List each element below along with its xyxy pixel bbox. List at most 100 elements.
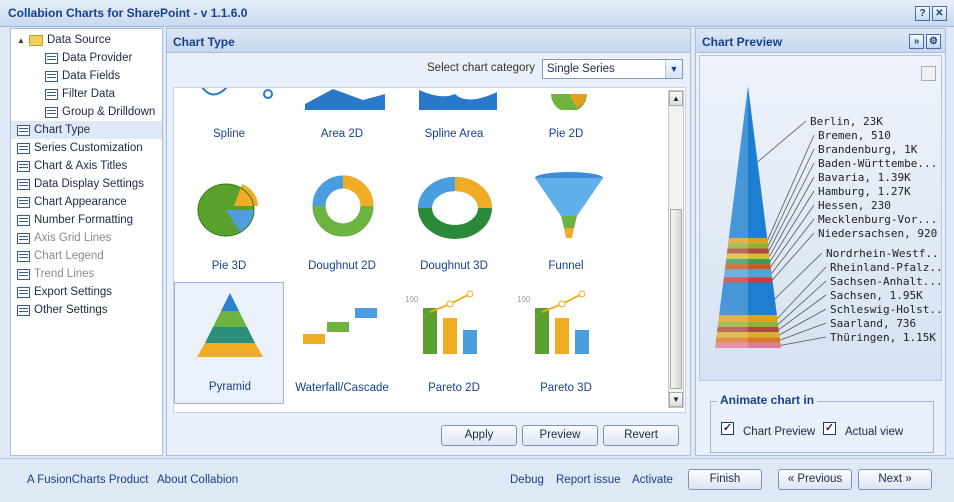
tree-item-label: Chart Appearance — [34, 196, 127, 208]
spline-area-chart-icon — [405, 88, 503, 110]
footer-bar: A FusionCharts Product About Collabion D… — [0, 458, 954, 502]
next-button[interactable]: Next » — [858, 469, 932, 490]
pyramid-label-connector — [767, 148, 815, 246]
pyramid-chart-icon — [181, 289, 279, 365]
close-icon[interactable]: ✕ — [932, 6, 947, 21]
chart-preview-label: Chart Preview — [743, 426, 816, 438]
chart-tile-area-2d[interactable]: Area 2D — [287, 88, 397, 150]
fusioncharts-link[interactable]: A FusionCharts Product — [27, 474, 148, 486]
pyramid-label-connector — [779, 322, 827, 341]
gallery-scrollbar[interactable]: ▲ ▼ — [668, 90, 684, 408]
chart-tile-pie-2d[interactable]: Pie 2D — [511, 88, 621, 150]
tree-item-series-customization[interactable]: Series Customization — [11, 139, 162, 157]
pyramid-data-label: Niedersachsen, 920 — [818, 227, 937, 240]
tree-item-other-settings[interactable]: Other Settings — [11, 301, 162, 319]
tree-item-label: Number Formatting — [34, 214, 134, 226]
report-issue-link[interactable]: Report issue — [556, 474, 621, 486]
tree-item-label: Data Fields — [62, 70, 121, 82]
chart-tile-label: Waterfall/Cascade — [295, 382, 389, 394]
chart-tile-pareto-3d[interactable]: 100 Pareto 3D — [511, 282, 621, 404]
pyramid-data-label: Thüringen, 1.15K — [830, 331, 936, 344]
previous-button[interactable]: « Previous — [778, 469, 852, 490]
tree-item-data-source[interactable]: ▲ Data Source — [11, 31, 162, 49]
chart-tile-spline-area[interactable]: Spline Area — [399, 88, 509, 150]
activate-link[interactable]: Activate — [632, 474, 673, 486]
help-icon[interactable]: ? — [915, 6, 930, 21]
animate-options: Animate chart in ✓ Chart Preview ✓ Actua… — [710, 393, 934, 453]
pyramid-data-label: Sachsen-Anhalt... — [830, 275, 942, 288]
gear-icon[interactable]: ⚙ — [926, 34, 941, 49]
actual-view-label: Actual view — [845, 426, 904, 438]
debug-link[interactable]: Debug — [510, 474, 544, 486]
tree-item-label: Export Settings — [34, 286, 112, 298]
tree-item-filter-data[interactable]: Filter Data — [11, 85, 162, 103]
chart-tile-waterfall-cascade[interactable]: Waterfall/Cascade — [287, 282, 397, 404]
chart-tile-funnel[interactable]: Funnel — [511, 160, 621, 282]
chart-preview-checkbox[interactable]: ✓ — [721, 422, 734, 435]
pareto-3d-chart-icon: 100 — [517, 288, 615, 364]
chart-tile-spline[interactable]: Spline — [174, 88, 284, 150]
tree-item-data-provider[interactable]: Data Provider — [11, 49, 162, 67]
chart-tile-pareto-2d[interactable]: 100 Pareto 2D — [399, 282, 509, 404]
revert-button[interactable]: Revert — [603, 425, 679, 446]
pyramid-data-label: Hessen, 230 — [818, 199, 891, 212]
chart-tile-label: Doughnut 2D — [308, 260, 376, 272]
tree-item-number-formatting[interactable]: Number Formatting — [11, 211, 162, 229]
tree-item-chart-type[interactable]: Chart Type — [11, 121, 162, 139]
pyramid-data-label: Rheinland-Pfalz... — [830, 261, 942, 274]
about-link[interactable]: About Collabion — [157, 474, 238, 486]
settings-page-icon — [45, 106, 58, 118]
chart-tile-label: Area 2D — [320, 128, 364, 140]
category-select[interactable]: Single Series ▼ — [542, 59, 683, 79]
tree-item-data-fields[interactable]: Data Fields — [11, 67, 162, 85]
tree-item-chart-axis-titles[interactable]: Chart & Axis Titles — [11, 157, 162, 175]
pyramid-segment-shade — [726, 253, 748, 259]
pyramid-data-label: Berlin, 23K — [810, 115, 883, 128]
tree-item-label: Data Provider — [62, 52, 133, 64]
pyramid-segment-shade — [726, 248, 748, 254]
tree-item-label: Data Display Settings — [34, 178, 144, 190]
pyramid-segment-shade — [716, 327, 748, 333]
pyramid-segment-shade — [718, 315, 748, 322]
scroll-down-icon[interactable]: ▼ — [669, 392, 683, 407]
tree-item-axis-grid-lines[interactable]: Axis Grid Lines — [11, 229, 162, 247]
pyramid-segment-shade — [715, 342, 748, 348]
settings-tree: ▲ Data Source Data Provider Data Fields Filt… — [10, 28, 163, 456]
area-2d-chart-icon — [293, 88, 391, 110]
preview-button[interactable]: Preview — [522, 425, 598, 446]
actual-view-checkbox[interactable]: ✓ — [823, 422, 836, 435]
chevron-down-icon[interactable]: ▼ — [665, 60, 682, 78]
pyramid-data-label: Brandenburg, 1K — [818, 143, 918, 156]
pyramid-data-label: Nordrhein-Westf... — [826, 247, 942, 260]
pyramid-label-connector — [767, 134, 815, 241]
apply-button[interactable]: Apply — [441, 425, 517, 446]
expand-icon[interactable]: » — [909, 34, 924, 49]
chart-gallery: Spline Area 2D Spline Area Pie 2D Pie 3D Doug… — [173, 87, 686, 413]
pyramid-segment-shade — [715, 337, 748, 343]
pyramid-segment-shade — [717, 321, 748, 328]
chart-tile-pie-3d[interactable]: Pie 3D — [174, 160, 284, 282]
tree-item-export-settings[interactable]: Export Settings — [11, 283, 162, 301]
chart-tile-doughnut-3d[interactable]: Doughnut 3D — [399, 160, 509, 282]
chart-tile-label: Pie 3D — [211, 260, 247, 272]
export-icon[interactable] — [921, 66, 936, 81]
chart-tile-doughnut-2d[interactable]: Doughnut 2D — [287, 160, 397, 282]
doughnut-2d-chart-icon — [293, 166, 391, 242]
finish-button[interactable]: Finish — [688, 469, 762, 490]
tree-item-trend-lines[interactable]: Trend Lines — [11, 265, 162, 283]
category-value: Single Series — [547, 63, 615, 75]
pyramid-segment-shade — [719, 282, 748, 316]
chart-tile-pyramid[interactable]: Pyramid — [174, 282, 284, 404]
scroll-up-icon[interactable]: ▲ — [669, 91, 683, 106]
tree-item-group-drilldown[interactable]: Group & Drilldown — [11, 103, 162, 121]
settings-page-icon — [45, 70, 58, 82]
scroll-thumb[interactable] — [670, 209, 682, 389]
tree-item-chart-appearance[interactable]: Chart Appearance — [11, 193, 162, 211]
pyramid-segment-shade — [728, 237, 748, 244]
tree-item-data-display-settings[interactable]: Data Display Settings — [11, 175, 162, 193]
settings-page-icon — [17, 142, 30, 154]
tree-expander-icon[interactable]: ▲ — [17, 36, 27, 45]
pyramid-data-label: Hamburg, 1.27K — [818, 185, 911, 198]
tree-item-chart-legend[interactable]: Chart Legend — [11, 247, 162, 265]
pyramid-segment-shade — [728, 86, 748, 238]
